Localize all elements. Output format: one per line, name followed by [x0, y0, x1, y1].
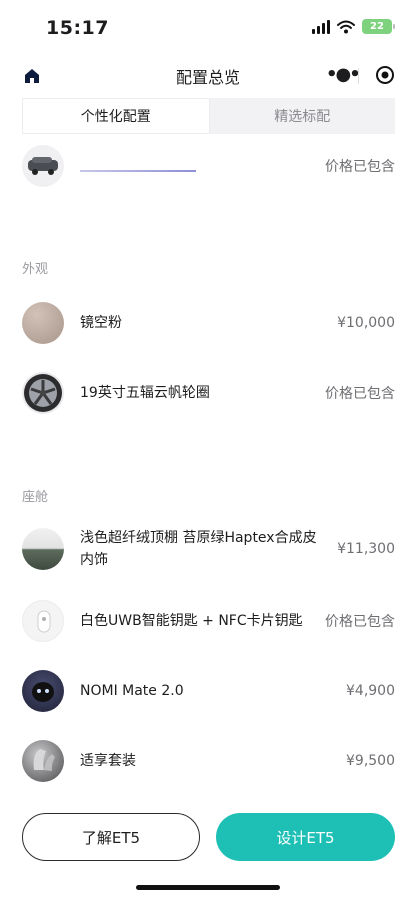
tab-personalized[interactable]: 个性化配置 — [22, 98, 210, 134]
item-price: 价格已包含 — [325, 386, 395, 402]
item-label: 适享套装 — [80, 753, 136, 769]
more-icon[interactable]: •●• — [326, 64, 361, 85]
paint-swatch — [22, 302, 64, 344]
bottom-action-bar: 了解ET5 设计ET5 — [0, 810, 416, 900]
nomi-mate-icon — [22, 670, 64, 712]
nav-bar: 配置总览 •●• — [0, 56, 416, 94]
list-item: 镜空粉 ¥10,000 — [22, 302, 395, 344]
item-label: 19英寸五辐云帆轮圈 — [80, 385, 210, 401]
signal-icon — [312, 19, 330, 34]
seat-package-icon — [22, 740, 64, 782]
item-label: NOMI Mate 2.0 — [80, 683, 184, 699]
wheel-icon — [22, 372, 64, 414]
capsule-divider — [358, 68, 359, 84]
section-title-cabin: 座舱 — [22, 490, 49, 505]
tab-standard[interactable]: 精选标配 — [210, 98, 396, 134]
close-miniprogram-icon[interactable] — [375, 65, 395, 85]
item-price: 价格已包含 — [325, 614, 395, 630]
status-time: 15:17 — [46, 17, 109, 39]
status-bar: 15:17 22 — [0, 0, 416, 56]
wifi-icon — [337, 20, 355, 33]
list-item-model: 价格已包含 — [22, 145, 395, 187]
item-label: 浅色超纤绒顶棚 苔原绿Haptex合成皮内饰 — [80, 530, 317, 568]
item-price: ¥11,300 — [337, 541, 395, 557]
item-price: ¥4,900 — [346, 683, 395, 699]
list-item: 浅色超纤绒顶棚 苔原绿Haptex合成皮内饰 ¥11,300 — [22, 527, 395, 571]
item-label: 白色UWB智能钥匙 + NFC卡片钥匙 — [80, 613, 303, 629]
home-indicator — [136, 885, 280, 890]
list-item: 适享套装 ¥9,500 — [22, 740, 395, 782]
list-item: NOMI Mate 2.0 ¥4,900 — [22, 670, 395, 712]
interior-swatch — [22, 528, 64, 570]
design-et5-button[interactable]: 设计ET5 — [216, 813, 395, 861]
item-label: 镜空粉 — [80, 315, 122, 331]
item-price: ¥9,500 — [346, 753, 395, 769]
item-price: ¥10,000 — [337, 315, 395, 331]
learn-et5-button[interactable]: 了解ET5 — [22, 813, 200, 861]
car-thumbnail — [22, 145, 64, 187]
list-item: 白色UWB智能钥匙 + NFC卡片钥匙 价格已包含 — [22, 600, 395, 642]
status-icons: 22 — [312, 19, 395, 34]
section-title-exterior: 外观 — [22, 262, 49, 277]
list-item: 19英寸五辐云帆轮圈 价格已包含 — [22, 372, 395, 414]
model-label-obscured — [80, 160, 313, 172]
item-price: 价格已包含 — [325, 159, 395, 175]
smart-key-icon — [22, 600, 64, 642]
battery-icon: 22 — [362, 19, 395, 34]
config-tabs: 个性化配置 精选标配 — [22, 98, 395, 134]
